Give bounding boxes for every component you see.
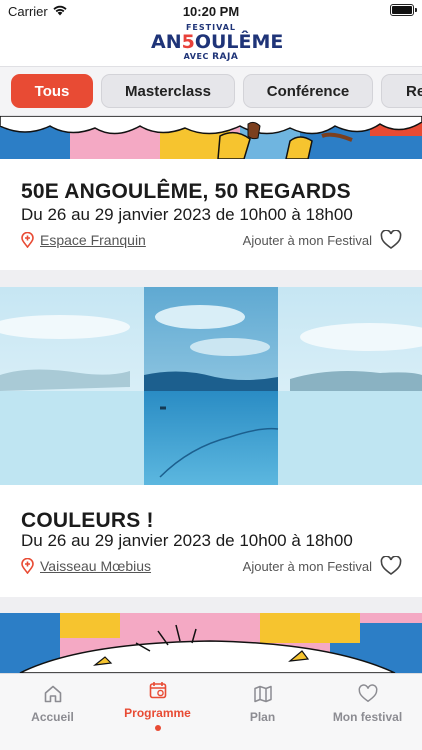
nav-accueil[interactable]: Accueil — [0, 684, 105, 724]
app-screen: Carrier 10:20 PM FESTIVAL AN5OULÊME AVEC… — [0, 0, 422, 750]
event-place: Espace Franquin — [40, 232, 146, 248]
event-title: 50E ANGOULÊME, 50 REGARDS — [21, 180, 351, 203]
event-title: COULEURS ! — [21, 509, 154, 532]
nav-programme-label: Programme — [124, 706, 191, 720]
heart-icon — [380, 230, 402, 249]
calendar-icon — [149, 682, 166, 699]
event-place: Vaisseau Mœbius — [40, 558, 152, 574]
event-dates: Du 26 au 29 janvier 2023 de 10h00 à 18h0… — [21, 205, 353, 224]
add-to-festival-label: Ajouter à mon Festival — [242, 558, 372, 574]
add-to-festival-button[interactable]: Ajouter à mon Festival — [243, 556, 402, 576]
festival-logo: FESTIVAL AN5OULÊME AVEC RAJA — [151, 23, 284, 62]
event-dates: Du 26 au 29 janvier 2023 de 10h00 à 18h0… — [21, 531, 353, 550]
battery-icon — [390, 4, 417, 16]
event-card[interactable] — [0, 613, 422, 673]
tab-tous[interactable]: Tous — [11, 74, 93, 108]
nav-programme[interactable]: Programme — [105, 680, 210, 731]
event-place-link[interactable]: Vaisseau Mœbius — [21, 558, 151, 574]
category-tabs: Tous Masterclass Conférence Re — [0, 66, 422, 116]
add-to-festival-label: Ajouter à mon Festival — [242, 232, 372, 248]
heart-icon — [380, 556, 402, 575]
app-header: FESTIVAL AN5OULÊME AVEC RAJA — [0, 22, 422, 66]
nav-mon-festival[interactable]: Mon festival — [315, 684, 420, 724]
nav-mon-festival-label: Mon festival — [332, 710, 403, 724]
event-card[interactable]: COULEURS ! Du 26 au 29 janvier 2023 de 1… — [0, 287, 422, 597]
add-to-festival-button[interactable]: Ajouter à mon Festival — [243, 230, 402, 250]
location-pin-icon — [21, 558, 34, 574]
event-image — [0, 287, 422, 485]
nav-plan-label: Plan — [249, 710, 276, 724]
heart-icon — [358, 684, 377, 703]
map-icon — [253, 685, 272, 703]
active-indicator — [154, 725, 161, 731]
nav-plan[interactable]: Plan — [210, 684, 315, 724]
event-image — [0, 116, 422, 159]
event-image — [0, 613, 422, 673]
status-time: 10:20 PM — [182, 4, 240, 19]
location-pin-icon — [21, 232, 34, 248]
tab-conference[interactable]: Conférence — [243, 74, 373, 108]
status-bar: Carrier 10:20 PM — [0, 0, 422, 22]
event-place-link[interactable]: Espace Franquin — [21, 232, 146, 248]
bottom-navigation: Accueil Programme Plan Mon festival — [0, 673, 422, 750]
home-icon — [44, 685, 61, 703]
nav-accueil-label: Accueil — [31, 710, 74, 724]
tab-masterclass[interactable]: Masterclass — [101, 74, 235, 108]
event-card[interactable]: 50E ANGOULÊME, 50 REGARDS Du 26 au 29 ja… — [0, 116, 422, 270]
tab-rencontre[interactable]: Re — [381, 74, 422, 108]
